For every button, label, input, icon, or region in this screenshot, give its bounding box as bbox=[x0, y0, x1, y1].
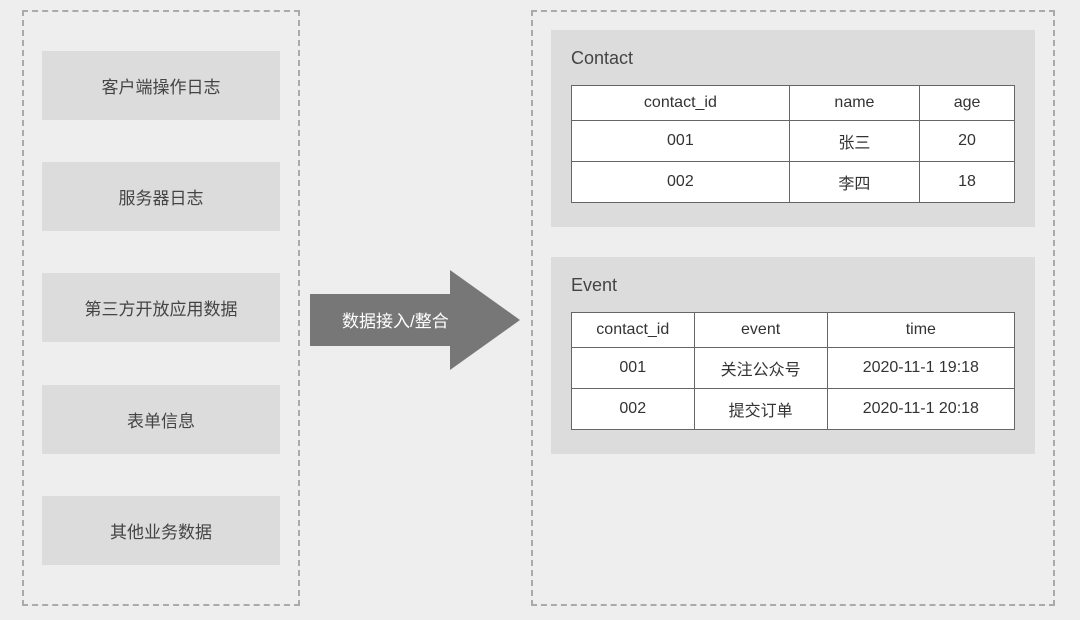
table-header: age bbox=[920, 86, 1015, 121]
contact-table: contact_id name age 001 张三 20 002 李四 18 bbox=[571, 85, 1015, 203]
table-header: name bbox=[789, 86, 919, 121]
table-header-row: contact_id event time bbox=[572, 313, 1015, 348]
table-cell: 18 bbox=[920, 162, 1015, 203]
table-header: contact_id bbox=[572, 313, 695, 348]
table-cell: 002 bbox=[572, 389, 695, 430]
table-header: event bbox=[694, 313, 827, 348]
contact-card: Contact contact_id name age 001 张三 20 00… bbox=[551, 30, 1035, 227]
event-table: contact_id event time 001 关注公众号 2020-11-… bbox=[571, 312, 1015, 430]
table-header: contact_id bbox=[572, 86, 790, 121]
flow-arrow: 数据接入/整合 bbox=[310, 270, 520, 370]
table-row: 002 提交订单 2020-11-1 20:18 bbox=[572, 389, 1015, 430]
table-row: 001 关注公众号 2020-11-1 19:18 bbox=[572, 348, 1015, 389]
table-row: 002 李四 18 bbox=[572, 162, 1015, 203]
table-header: time bbox=[827, 313, 1014, 348]
arrow-label: 数据接入/整合 bbox=[342, 307, 449, 332]
table-cell: 李四 bbox=[789, 162, 919, 203]
source-item: 第三方开放应用数据 bbox=[42, 273, 280, 342]
source-item: 表单信息 bbox=[42, 385, 280, 454]
table-cell: 张三 bbox=[789, 121, 919, 162]
tables-panel: Contact contact_id name age 001 张三 20 00… bbox=[531, 10, 1055, 606]
source-item: 其他业务数据 bbox=[42, 496, 280, 565]
event-title: Event bbox=[571, 275, 1015, 296]
source-item: 服务器日志 bbox=[42, 162, 280, 231]
table-cell: 20 bbox=[920, 121, 1015, 162]
table-cell: 关注公众号 bbox=[694, 348, 827, 389]
source-item: 客户端操作日志 bbox=[42, 51, 280, 120]
table-header-row: contact_id name age bbox=[572, 86, 1015, 121]
table-cell: 001 bbox=[572, 121, 790, 162]
table-cell: 001 bbox=[572, 348, 695, 389]
table-cell: 2020-11-1 20:18 bbox=[827, 389, 1014, 430]
table-cell: 2020-11-1 19:18 bbox=[827, 348, 1014, 389]
table-row: 001 张三 20 bbox=[572, 121, 1015, 162]
table-cell: 提交订单 bbox=[694, 389, 827, 430]
table-cell: 002 bbox=[572, 162, 790, 203]
contact-title: Contact bbox=[571, 48, 1015, 69]
event-card: Event contact_id event time 001 关注公众号 20… bbox=[551, 257, 1035, 454]
sources-panel: 客户端操作日志 服务器日志 第三方开放应用数据 表单信息 其他业务数据 bbox=[22, 10, 300, 606]
